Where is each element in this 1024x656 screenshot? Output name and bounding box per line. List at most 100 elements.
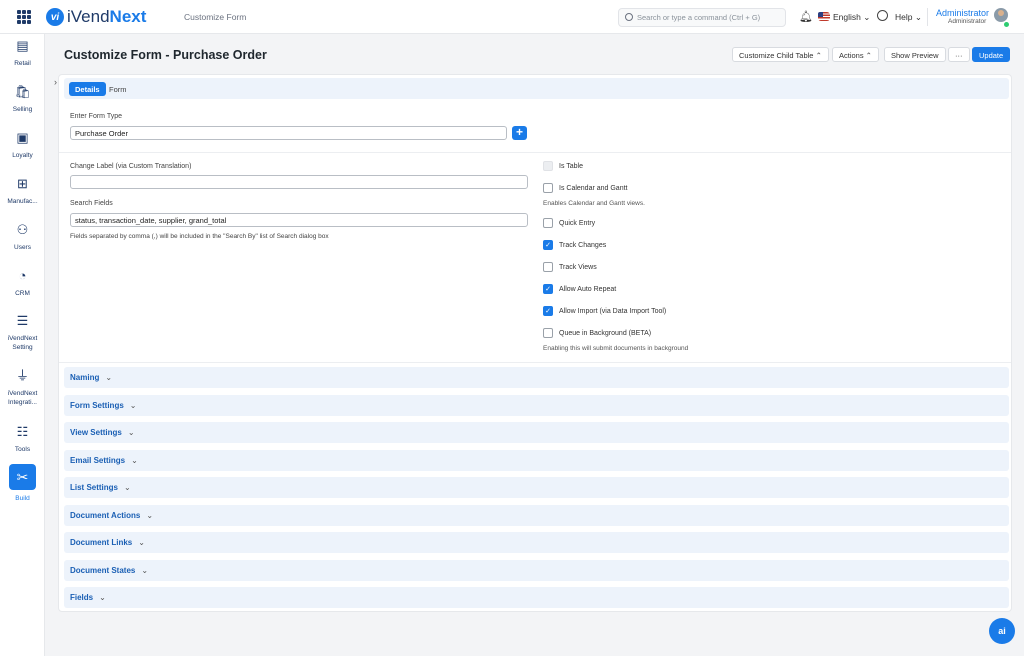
chevron-down-icon: ⌄ [127,428,135,437]
page-title: Customize Form - Purchase Order [64,48,267,62]
loyalty-icon: ▣ [16,130,29,145]
quick-entry-checkbox[interactable]: Quick Entry [543,218,595,228]
chevron-right-icon[interactable]: › [54,77,57,87]
queue-background-desc: Enabling this will submit documents in b… [543,345,689,352]
allow-import-checkbox[interactable]: ✓ Allow Import (via Data Import Tool) [543,306,666,316]
checkmark-icon[interactable]: ✓ [543,240,553,250]
section-title: Fields [70,593,94,602]
logo-mark-icon: vi [46,8,64,26]
factory-icon: ⊞ [17,176,28,191]
sidebar-item-selling[interactable]: 🛍 Selling [0,84,45,114]
sidebar-item-tools[interactable]: ☷ Tools [0,424,45,454]
sidebar-item-label: Build [15,495,30,502]
search-icon [625,13,633,21]
sidebar: ▤ Retail 🛍 Selling ▣ Loyalty ⊞ Manufac... ⚇ U… [0,34,45,656]
is-calendar-gantt-checkbox[interactable]: Is Calendar and Gantt [543,183,628,193]
section-fields[interactable]: Fields ⌄ [64,587,1009,608]
apps-grid-icon[interactable] [17,10,31,24]
checkmark-icon[interactable]: ✓ [543,284,553,294]
update-button[interactable]: Update [972,47,1011,62]
sidebar-item-label: CRM [15,290,30,297]
show-preview-button[interactable]: Show Preview [884,47,946,62]
section-title: View Settings [70,428,122,437]
section-email-settings[interactable]: Email Settings ⌄ [64,449,1009,471]
sidebar-item-label: Tools [14,446,31,453]
sidebar-item-label: iVendNext Setting [7,335,38,351]
selling-icon: 🛍 [14,84,32,99]
allow-auto-repeat-checkbox[interactable]: ✓ Allow Auto Repeat [543,284,616,294]
checkbox[interactable] [543,183,553,193]
is-table-checkbox[interactable]: Is Table [543,161,583,171]
divider [59,152,1011,153]
sidebar-item-build[interactable]: ✂ Build [0,464,45,503]
section-title: Email Settings [70,455,126,465]
palette-icon[interactable] [877,10,888,21]
search-fields-input[interactable]: status, transaction_date, supplier, gran… [70,213,528,227]
section-title: List Settings [70,483,119,492]
section-document-links[interactable]: Document Links ⌄ [64,532,1009,553]
more-button[interactable]: ··· [948,47,970,62]
bell-icon[interactable]: 🔔︎ [799,10,813,23]
checkbox-label: Track Views [559,263,597,271]
logo-text: iVend [67,7,110,26]
checkbox[interactable] [543,161,553,171]
add-icon[interactable]: + [512,126,527,140]
tab-bar: Details Form [64,78,1009,99]
section-naming[interactable]: Naming ⌄ [64,367,1009,388]
help-menu[interactable]: Help ⌄ [895,12,922,23]
language-selector[interactable]: English ⌄ [833,12,870,23]
sliders-icon: ☰ [16,313,29,328]
sidebar-item-crm[interactable]: ◔ CRM [0,268,45,298]
section-form-settings[interactable]: Form Settings ⌄ [64,394,1009,416]
sidebar-item-manufacturing[interactable]: ⊞ Manufac... [0,176,45,206]
form-type-input[interactable]: Purchase Order [70,126,507,140]
search-input[interactable]: Search or type a command (Ctrl + G) [618,8,786,27]
sidebar-item-label: Manufac... [7,198,38,205]
chevron-down-icon: ⌄ [141,565,149,575]
sidebar-item-label: Retail [14,60,31,67]
customize-child-table-button[interactable]: Customize Child Table ⌃ [732,47,829,62]
actions-button[interactable]: Actions ⌃ [832,47,879,62]
track-changes-checkbox[interactable]: ✓ Track Changes [543,240,606,250]
checkbox-label: Quick Entry [559,219,596,227]
checkbox[interactable] [543,262,553,272]
sidebar-item-label: Selling [12,106,33,113]
queue-background-checkbox[interactable]: Queue in Background (BETA) [543,328,651,338]
logo[interactable]: vi iVendNext [46,7,146,27]
checkbox-label: Allow Auto Repeat [559,285,617,293]
top-bar: vi iVendNext Customize Form Search or ty… [0,0,1024,34]
search-fields-label: Search Fields [70,200,113,207]
user-name[interactable]: Administrator [936,8,989,18]
sidebar-item-settings[interactable]: ☰ iVendNext Setting [0,313,45,352]
sidebar-item-label: Users [14,244,31,251]
checkbox[interactable] [543,328,553,338]
ai-assistant-button[interactable]: ai [989,618,1015,644]
tab-form[interactable]: Form [103,82,133,96]
section-title: Document Links [70,538,133,547]
retail-icon: ▤ [16,38,29,53]
divider [59,362,1011,363]
section-title: Naming [70,373,100,382]
sidebar-item-label: iVendNext Integrati... [7,390,38,406]
breadcrumb[interactable]: Customize Form [184,12,246,22]
divider [927,8,928,26]
sidebar-item-retail[interactable]: ▤ Retail [0,38,45,68]
checkmark-icon[interactable]: ✓ [543,306,553,316]
section-title: Document Actions [70,510,141,520]
sidebar-item-label: Loyalty [12,152,33,159]
sidebar-item-integrations[interactable]: ⏚ iVendNext Integrati... [0,368,45,407]
plug-icon: ⏚ [15,368,29,383]
form-type-label: Enter Form Type [70,113,123,120]
section-document-states[interactable]: Document States ⌄ [64,559,1009,581]
avatar[interactable] [994,8,1008,22]
track-views-checkbox[interactable]: Track Views [543,262,597,272]
section-list-settings[interactable]: List Settings ⌄ [64,477,1009,498]
checkbox-label: Track Changes [559,241,607,249]
checkbox[interactable] [543,218,553,228]
section-view-settings[interactable]: View Settings ⌄ [64,422,1009,443]
sidebar-item-loyalty[interactable]: ▣ Loyalty [0,130,45,160]
sidebar-item-users[interactable]: ⚇ Users [0,222,45,252]
section-document-actions[interactable]: Document Actions ⌄ [64,504,1009,526]
tab-details[interactable]: Details [69,82,106,96]
change-label-input[interactable] [70,175,528,189]
